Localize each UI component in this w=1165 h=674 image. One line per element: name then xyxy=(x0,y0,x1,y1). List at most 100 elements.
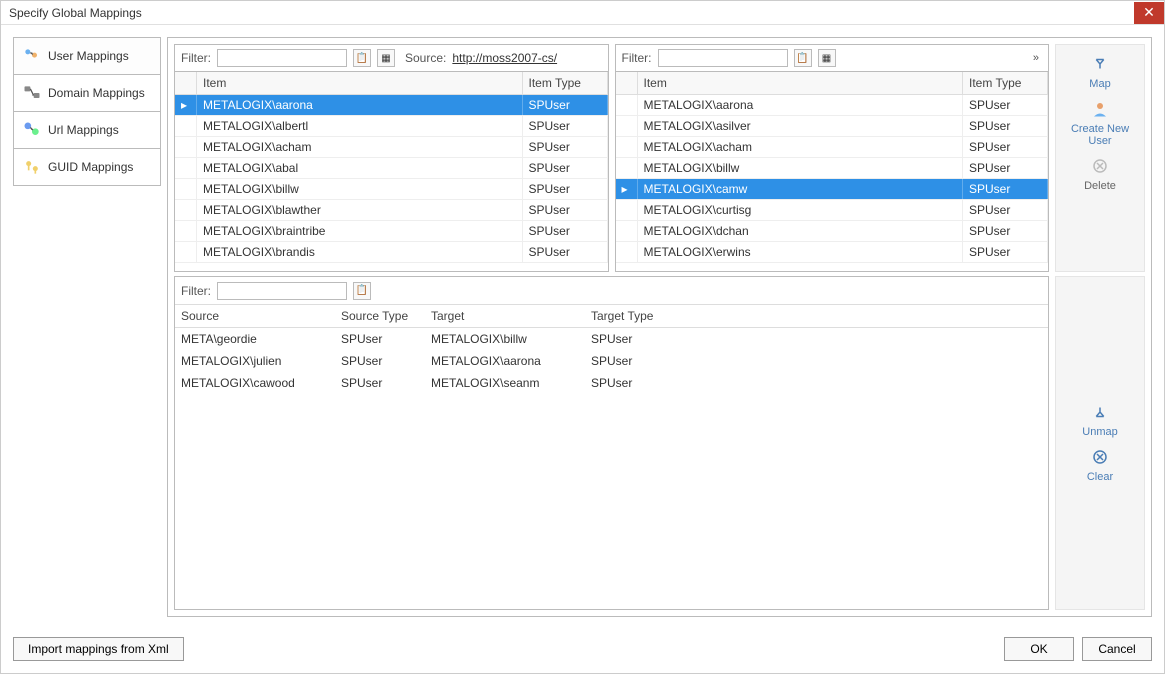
col-target-type[interactable]: Target Type xyxy=(585,305,675,327)
row-selector[interactable] xyxy=(175,242,197,262)
mapping-cell-target-type: SPUser xyxy=(585,350,675,372)
map-button[interactable]: Map xyxy=(1089,55,1110,90)
mapping-cell-target: METALOGIX\billw xyxy=(425,328,585,350)
row-selector[interactable] xyxy=(616,242,638,262)
clear-button[interactable]: Clear xyxy=(1087,448,1113,483)
filter-apply-button[interactable]: 📋 xyxy=(353,49,371,67)
chevron-right-icon: » xyxy=(1033,52,1039,64)
source-url[interactable]: http://moss2007-cs/ xyxy=(452,51,557,65)
mappings-filter-input[interactable] xyxy=(217,282,347,300)
cell-item: METALOGIX\albertl xyxy=(197,116,523,136)
cell-type: SPUser xyxy=(523,158,608,178)
dialog-title: Specify Global Mappings xyxy=(9,6,1134,20)
grid-row[interactable]: METALOGIX\achamSPUser xyxy=(616,137,1049,158)
row-selector[interactable] xyxy=(616,200,638,220)
tab-guid-mappings[interactable]: GUID Mappings xyxy=(13,149,161,186)
mapping-row[interactable]: METALOGIX\julienSPUserMETALOGIX\aaronaSP… xyxy=(175,350,1048,372)
grid-row[interactable]: METALOGIX\erwinsSPUser xyxy=(616,242,1049,263)
unmap-button[interactable]: Unmap xyxy=(1082,403,1117,438)
cell-item: METALOGIX\aarona xyxy=(638,95,964,115)
grid-view-button[interactable]: ▦ xyxy=(818,49,836,67)
source-filter-row: Filter: 📋 ▦ Source: http://moss2007-cs/ xyxy=(174,44,609,72)
col-selector[interactable] xyxy=(175,72,197,94)
mapping-row[interactable]: METALOGIX\cawoodSPUserMETALOGIX\seanmSPU… xyxy=(175,372,1048,394)
row-selector[interactable]: ▸ xyxy=(616,179,638,199)
grid-row[interactable]: ▸METALOGIX\aaronaSPUser xyxy=(175,95,608,116)
grid-row[interactable]: METALOGIX\achamSPUser xyxy=(175,137,608,158)
mappings-body[interactable]: META\geordieSPUserMETALOGIX\billwSPUserM… xyxy=(175,328,1048,609)
row-selector[interactable] xyxy=(616,221,638,241)
expand-button[interactable]: » xyxy=(1030,52,1042,64)
cell-item: METALOGIX\acham xyxy=(197,137,523,157)
source-filter-input[interactable] xyxy=(217,49,347,67)
create-new-user-button[interactable]: Create New User xyxy=(1058,100,1142,147)
cell-item: METALOGIX\billw xyxy=(638,158,964,178)
mapping-cell-target: METALOGIX\aarona xyxy=(425,350,585,372)
filter-apply-button[interactable]: 📋 xyxy=(353,282,371,300)
tab-user-mappings[interactable]: User Mappings xyxy=(13,37,161,75)
cell-type: SPUser xyxy=(523,137,608,157)
row-selector[interactable] xyxy=(175,158,197,178)
col-source[interactable]: Source xyxy=(175,305,335,327)
tab-label: Domain Mappings xyxy=(48,86,145,100)
grid-row[interactable]: METALOGIX\asilverSPUser xyxy=(616,116,1049,137)
col-type[interactable]: Item Type xyxy=(963,72,1048,94)
grid-view-button[interactable]: ▦ xyxy=(377,49,395,67)
action-label: Clear xyxy=(1087,471,1113,483)
row-selector[interactable] xyxy=(175,137,197,157)
row-selector[interactable] xyxy=(175,221,197,241)
source-grid-body[interactable]: ▸METALOGIX\aaronaSPUserMETALOGIX\albertl… xyxy=(175,95,608,271)
close-button[interactable]: ✕ xyxy=(1134,2,1164,24)
cancel-button[interactable]: Cancel xyxy=(1082,637,1152,661)
filter-apply-button[interactable]: 📋 xyxy=(794,49,812,67)
grid-row[interactable]: METALOGIX\billwSPUser xyxy=(175,179,608,200)
grid-row[interactable]: METALOGIX\albertlSPUser xyxy=(175,116,608,137)
col-item[interactable]: Item xyxy=(638,72,964,94)
import-xml-button[interactable]: Import mappings from Xml xyxy=(13,637,184,661)
grid-row[interactable]: METALOGIX\aaronaSPUser xyxy=(616,95,1049,116)
cell-type: SPUser xyxy=(523,179,608,199)
grid-row[interactable]: METALOGIX\billwSPUser xyxy=(616,158,1049,179)
cell-item: METALOGIX\blawther xyxy=(197,200,523,220)
dialog-window: Specify Global Mappings ✕ User Mappings … xyxy=(0,0,1165,674)
grid-row[interactable]: ▸METALOGIX\camwSPUser xyxy=(616,179,1049,200)
delete-icon xyxy=(1091,157,1109,178)
ok-button[interactable]: OK xyxy=(1004,637,1074,661)
cell-type: SPUser xyxy=(963,200,1048,220)
tab-domain-mappings[interactable]: Domain Mappings xyxy=(13,75,161,112)
row-selector[interactable]: ▸ xyxy=(175,95,197,115)
filter-label: Filter: xyxy=(181,51,211,65)
target-grid-body[interactable]: METALOGIX\aaronaSPUserMETALOGIX\asilverS… xyxy=(616,95,1049,271)
mapping-cell-source-type: SPUser xyxy=(335,372,425,394)
mapping-row[interactable]: META\geordieSPUserMETALOGIX\billwSPUser xyxy=(175,328,1048,350)
cell-item: METALOGIX\acham xyxy=(638,137,964,157)
row-selector[interactable] xyxy=(175,179,197,199)
grid-row[interactable]: METALOGIX\dchanSPUser xyxy=(616,221,1049,242)
col-source-type[interactable]: Source Type xyxy=(335,305,425,327)
cell-item: METALOGIX\camw xyxy=(638,179,964,199)
col-item[interactable]: Item xyxy=(197,72,523,94)
main-panel: Filter: 📋 ▦ Source: http://moss2007-cs/ xyxy=(167,37,1152,617)
row-selector[interactable] xyxy=(616,116,638,136)
col-selector[interactable] xyxy=(616,72,638,94)
row-selector[interactable] xyxy=(175,116,197,136)
target-filter-row: Filter: 📋 ▦ » xyxy=(615,44,1050,72)
grid-row[interactable]: METALOGIX\curtisgSPUser xyxy=(616,200,1049,221)
mapping-cell-source-type: SPUser xyxy=(335,350,425,372)
grid-row[interactable]: METALOGIX\abalSPUser xyxy=(175,158,608,179)
col-target[interactable]: Target xyxy=(425,305,585,327)
cell-type: SPUser xyxy=(963,95,1048,115)
grid-row[interactable]: METALOGIX\blawtherSPUser xyxy=(175,200,608,221)
row-selector[interactable] xyxy=(616,158,638,178)
tab-url-mappings[interactable]: Url Mappings xyxy=(13,112,161,149)
cell-type: SPUser xyxy=(523,116,608,136)
grid-row[interactable]: METALOGIX\braintribeSPUser xyxy=(175,221,608,242)
row-selector[interactable] xyxy=(175,200,197,220)
target-filter-input[interactable] xyxy=(658,49,788,67)
row-selector[interactable] xyxy=(616,95,638,115)
col-type[interactable]: Item Type xyxy=(523,72,608,94)
upper-row: Filter: 📋 ▦ Source: http://moss2007-cs/ xyxy=(174,44,1145,272)
grid-icon: ▦ xyxy=(822,53,831,64)
row-selector[interactable] xyxy=(616,137,638,157)
grid-row[interactable]: METALOGIX\brandisSPUser xyxy=(175,242,608,263)
